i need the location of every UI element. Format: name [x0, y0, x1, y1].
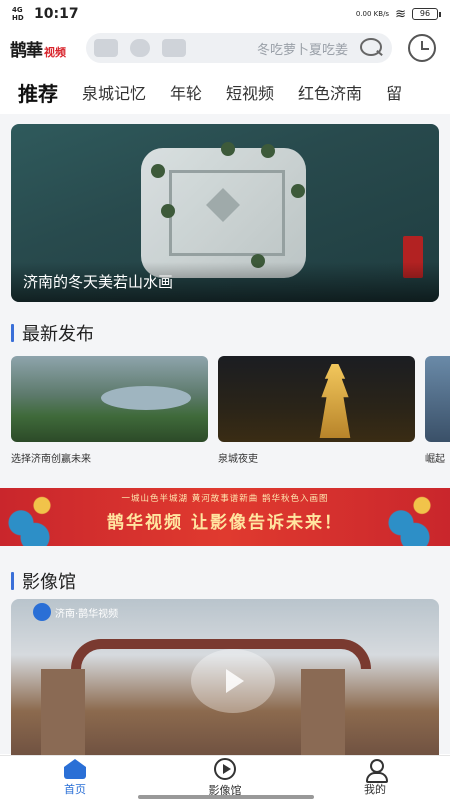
channel-badge: 济南·鹊华视频 [33, 603, 118, 621]
bottom-nav: 首页 影像馆 我的 [0, 755, 450, 800]
home-icon [64, 759, 86, 779]
category-tabs: 推荐 泉城记忆 年轮 短视频 红色济南 留 [0, 72, 450, 112]
section-latest: 最新发布 [11, 320, 94, 346]
card-title: 选择济南创赢未来 [11, 454, 91, 465]
promo-banner[interactable]: 一城山色半城湖 黄河故事谱新曲 鹊华秋色入画图 鹊华视频 让影像告诉未来！ [0, 488, 450, 546]
channel-logo-icon [33, 603, 51, 621]
nav-me[interactable]: 我的 [300, 756, 450, 800]
tree [151, 164, 165, 178]
card-thumbnail [218, 356, 415, 442]
video-card[interactable]: 崛起 [425, 356, 450, 466]
banner-slogan: 一城山色半城湖 黄河故事谱新曲 鹊华秋色入画图 [121, 494, 329, 504]
header: 鹊華 视频 冬吃萝卜夏吃姜 [0, 30, 450, 66]
section-gallery-title: 影像馆 [22, 572, 76, 593]
section-marker [11, 324, 14, 342]
card-thumbnail [11, 356, 208, 442]
profile-icon [364, 759, 388, 783]
nav-home-label: 首页 [64, 783, 86, 796]
card-title: 崛起 [425, 454, 445, 465]
tab-red-jinan[interactable]: 红色济南 [298, 80, 362, 104]
nav-home[interactable]: 首页 [0, 756, 150, 800]
status-right: 0.00 KB/s ≋ 96 [355, 6, 441, 22]
history-icon[interactable] [408, 34, 436, 62]
tree [261, 144, 275, 158]
clock: 10:17 [34, 6, 79, 22]
tree [291, 184, 305, 198]
nav-me-label: 我的 [364, 783, 386, 796]
status-bar: 4G HD 10:17 0.00 KB/s ≋ 96 [0, 0, 450, 28]
tab-rings[interactable]: 年轮 [170, 80, 202, 104]
search-placeholder: 冬吃萝卜夏吃姜 [256, 42, 348, 58]
card-title: 泉城夜吏 [218, 454, 258, 465]
video-card[interactable]: 泉城夜吏 [218, 356, 415, 466]
lake [101, 386, 191, 410]
card-thumbnail [425, 356, 450, 442]
net-speed: 0.00 KB/s [355, 10, 390, 18]
latest-card-list: 选择济南创赢未来 泉城夜吏 崛起 [11, 356, 450, 466]
search-icon[interactable] [358, 37, 384, 59]
tree [221, 142, 235, 156]
video-icon [214, 758, 236, 780]
tab-recommend[interactable]: 推荐 [18, 78, 58, 112]
network-indicator: 4G HD [12, 6, 24, 22]
tab-more[interactable]: 留 [386, 80, 402, 104]
section-marker [11, 572, 14, 590]
section-latest-title: 最新发布 [22, 324, 94, 345]
wifi-icon: ≋ [395, 6, 406, 22]
featured-video[interactable]: 济南·鹊华视频 [11, 599, 439, 759]
battery-icon: 96 [412, 8, 441, 20]
video-icon [162, 39, 186, 57]
gate-pillar [301, 669, 345, 759]
logo-sub: 视频 [44, 45, 66, 59]
play-icon[interactable] [191, 649, 275, 713]
gate-pillar [41, 669, 85, 759]
camera-icon [94, 39, 118, 57]
section-gallery: 影像馆 [11, 568, 76, 594]
banner-title: 鹊华视频 让影像告诉未来！ [107, 513, 343, 533]
tab-memory[interactable]: 泉城记忆 [82, 80, 146, 104]
channel-name: 济南·鹊华视频 [55, 608, 119, 620]
app-logo: 鹊華 视频 [10, 36, 86, 61]
mic-icon [130, 39, 150, 57]
search-bar[interactable]: 冬吃萝卜夏吃姜 [86, 33, 392, 63]
nav-gallery[interactable]: 影像馆 [150, 756, 300, 800]
tree [161, 204, 175, 218]
hero-caption: 济南的冬天美若山水画 [23, 273, 174, 291]
tab-short-video[interactable]: 短视频 [226, 80, 274, 104]
logo-text: 鹊華 [10, 40, 43, 61]
hero-banner[interactable]: 济南的冬天美若山水画 [11, 124, 439, 302]
tower [319, 364, 351, 438]
home-indicator [138, 795, 314, 799]
video-card[interactable]: 选择济南创赢未来 [11, 356, 208, 466]
